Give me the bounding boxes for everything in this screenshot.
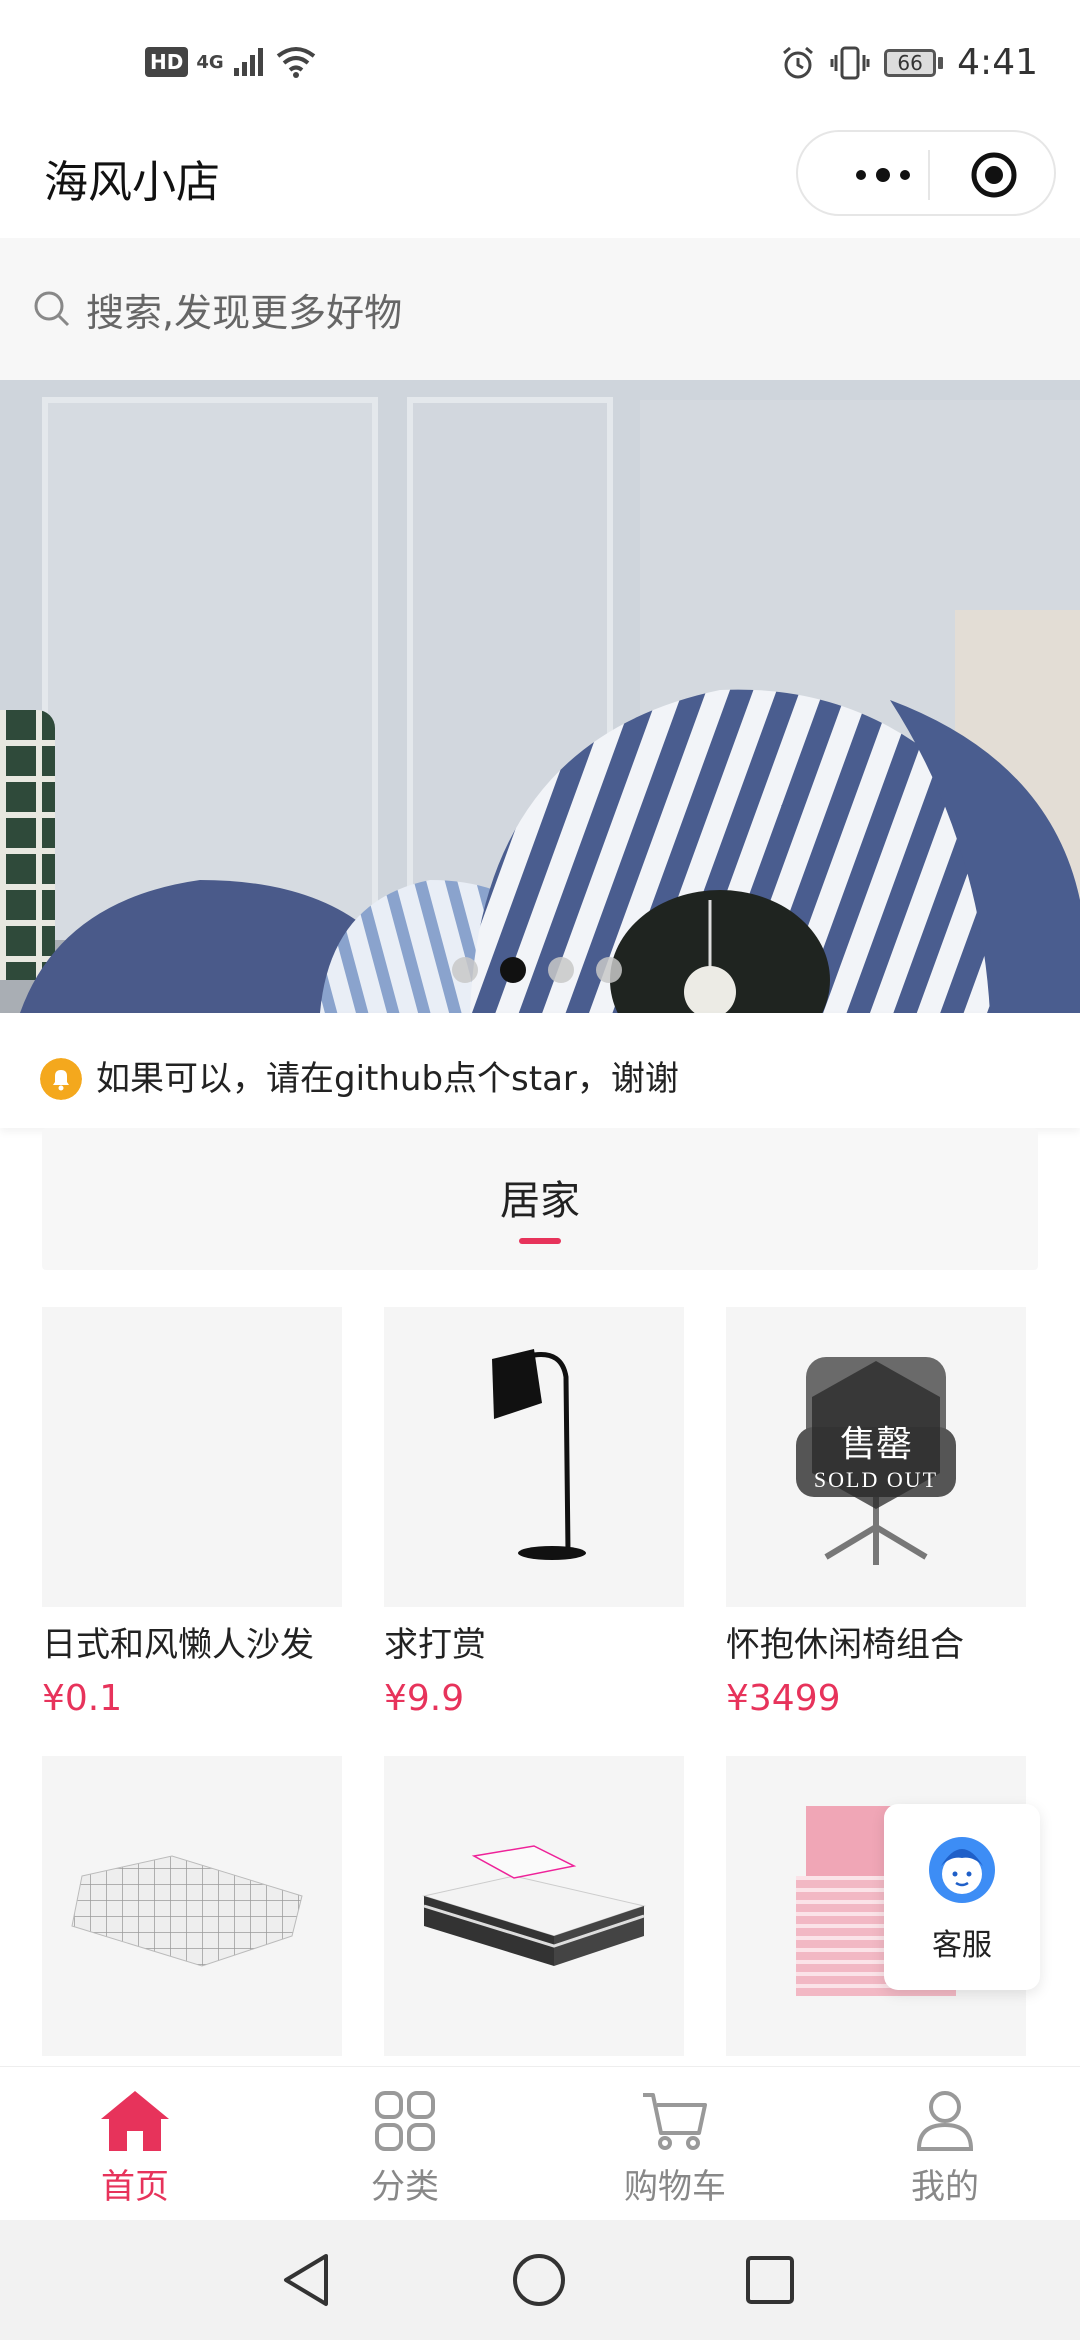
tab-cart[interactable]: 购物车 [540, 2067, 810, 2221]
product-price: ¥3499 [726, 1678, 841, 1719]
banner-carousel[interactable] [0, 380, 1080, 1013]
product-name: 怀抱休闲椅组合 [726, 1625, 964, 1665]
more-button[interactable] [838, 158, 928, 192]
customer-service-icon [929, 1837, 995, 1903]
battery-tip [938, 56, 944, 69]
product-card[interactable] [42, 1756, 342, 2070]
category-header[interactable]: 居家 [42, 1128, 1038, 1270]
status-bar: HD 4G 66 4:41 [0, 0, 1080, 130]
indicator-dot[interactable] [452, 957, 478, 983]
grid-icon [375, 2091, 435, 2151]
home-icon [101, 2091, 169, 2151]
tab-cart-label: 购物车 [624, 2167, 726, 2207]
product-card[interactable]: 求打赏 ¥9.9 [384, 1307, 684, 1723]
user-icon [916, 2091, 974, 2151]
customer-service-label: 客服 [932, 1928, 992, 1963]
alarm-icon [783, 46, 814, 78]
search-icon [34, 291, 70, 327]
product-card[interactable]: 日式和风懒人沙发 ¥0.1 [42, 1307, 342, 1723]
desk-lamp-image [492, 1349, 586, 1560]
network-label: 4G [196, 51, 224, 73]
tab-mine-label: 我的 [911, 2167, 979, 2207]
tab-home[interactable]: 首页 [0, 2067, 270, 2221]
sold-out-cn-label: 售罄 [839, 1424, 912, 1465]
home-circle-icon[interactable] [511, 2252, 567, 2308]
system-navigation-bar [0, 2220, 1080, 2340]
product-image: 售罄 SOLD OUT [726, 1307, 1026, 1607]
bell-icon [40, 1058, 82, 1100]
status-right: 66 4:41 [780, 42, 1038, 83]
more-dot [900, 170, 910, 180]
category-title: 居家 [500, 1178, 580, 1224]
sold-out-en-label: SOLD OUT [813, 1467, 939, 1492]
tab-mine[interactable]: 我的 [810, 2067, 1080, 2221]
clock: 4:41 [957, 42, 1038, 83]
product-price: ¥0.1 [42, 1678, 123, 1719]
hd-badge: HD [145, 47, 189, 77]
signal-icon [233, 48, 263, 76]
cart-icon [643, 2093, 707, 2150]
product-name: 日式和风懒人沙发 [42, 1625, 314, 1665]
product-card[interactable]: 售罄 SOLD OUT 怀抱休闲椅组合 ¥3499 [726, 1307, 1026, 1723]
status-left: HD 4G [145, 46, 316, 78]
battery-level: 66 [884, 48, 937, 77]
search-input[interactable]: 搜索,发现更多好物 [32, 270, 1048, 348]
tab-category-label: 分类 [371, 2167, 439, 2207]
indicator-dot[interactable] [596, 957, 622, 983]
mini-program-capsule [796, 130, 1056, 216]
page-title: 海风小店 [44, 157, 220, 208]
search-area: 搜索,发现更多好物 [0, 238, 1080, 380]
vibrate-icon [830, 46, 870, 79]
wifi-icon [276, 47, 315, 78]
more-dot [856, 170, 866, 180]
product-image [384, 1307, 684, 1607]
customer-service-button[interactable]: 客服 [884, 1804, 1040, 1990]
product-price: ¥9.9 [384, 1678, 465, 1719]
more-dot [876, 168, 890, 182]
battery-indicator: 66 [884, 48, 944, 77]
tab-home-label: 首页 [101, 2167, 169, 2207]
navigation-bar: 海风小店 [0, 130, 1080, 238]
product-card[interactable] [384, 1756, 684, 2070]
quilt-image [71, 1855, 303, 1967]
close-target-icon[interactable] [970, 151, 1018, 199]
indicator-dot-active[interactable] [500, 957, 526, 983]
search-placeholder: 搜索,发现更多好物 [86, 290, 403, 335]
recents-icon[interactable] [744, 2254, 796, 2306]
back-icon[interactable] [280, 2252, 334, 2308]
banner-image [0, 380, 1080, 1013]
tab-bar: 首页 分类 购物车 我的 [0, 2066, 1080, 2220]
notice-text: 如果可以，请在github点个star，谢谢 [96, 1059, 679, 1099]
product-image [384, 1756, 684, 2056]
tab-category[interactable]: 分类 [270, 2067, 540, 2221]
product-name: 求打赏 [384, 1625, 486, 1665]
carousel-indicator [452, 957, 622, 983]
notice-bar[interactable]: 如果可以，请在github点个star，谢谢 [0, 1013, 1080, 1128]
product-image [42, 1756, 342, 2056]
mattress-image [422, 1845, 646, 1966]
capsule-divider [928, 150, 930, 200]
product-image [42, 1307, 342, 1607]
category-underline [519, 1238, 561, 1244]
indicator-dot[interactable] [548, 957, 574, 983]
